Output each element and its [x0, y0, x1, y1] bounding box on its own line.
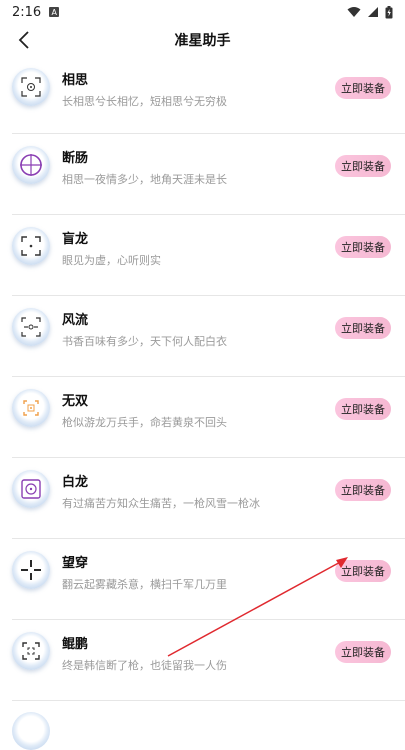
crosshair-square-purple-icon	[12, 470, 50, 508]
item-description: 终是韩信断了枪，也徒留我一人伤	[62, 659, 227, 672]
item-name: 风流	[62, 313, 89, 328]
page-title: 准星助手	[174, 33, 231, 49]
crosshair-dotted-icon	[12, 68, 50, 106]
crosshair-bracket-icon	[12, 308, 50, 346]
status-bar: 2:16 A	[0, 0, 405, 24]
list-item: 无双 枪似游龙万兵手，命若黄泉不回头 立即装备	[12, 377, 405, 458]
list-item: 风流 书香百味有多少，天下何人配白衣 立即装备	[12, 296, 405, 377]
equip-button[interactable]: 立即装备	[335, 398, 391, 420]
equip-button[interactable]: 立即装备	[335, 317, 391, 339]
status-right	[347, 5, 393, 19]
crosshair-purple-circle-icon	[12, 146, 50, 184]
item-description: 枪似游龙万兵手，命若黄泉不回头	[62, 416, 227, 429]
item-name: 断肠	[62, 151, 89, 166]
crosshair-corners-icon	[12, 227, 50, 265]
item-name: 鲲鹏	[62, 637, 89, 652]
back-button[interactable]	[12, 28, 36, 52]
list-item: 望穿 翻云起雾藏杀意，横扫千军几万里 立即装备	[12, 539, 405, 620]
equip-button[interactable]: 立即装备	[335, 236, 391, 258]
equip-button[interactable]: 立即装备	[335, 641, 391, 663]
equip-button[interactable]: 立即装备	[335, 479, 391, 501]
partial-crosshair-icon	[12, 712, 50, 750]
list-item: 相思 长相思兮长相忆，短相思兮无穷极 立即装备	[12, 56, 405, 134]
list-item: 断肠 相思一夜情多少，地角天涯未是长 立即装备	[12, 134, 405, 215]
item-description: 长相思兮长相忆，短相思兮无穷极	[62, 95, 227, 108]
item-name: 无双	[62, 394, 89, 409]
list-item: 鲲鹏 终是韩信断了枪，也徒留我一人伤 立即装备	[12, 620, 405, 701]
chevron-left-icon	[18, 31, 29, 49]
list-item: 盲龙 眼见为虚，心听则实 立即装备	[12, 215, 405, 296]
list-item: 白龙 有过痛苦方知众生痛苦，一枪风雪一枪冰 立即装备	[12, 458, 405, 539]
item-description: 书香百味有多少，天下何人配白衣	[62, 335, 227, 348]
crosshair-list: 相思 长相思兮长相忆，短相思兮无穷极 立即装备 断肠 相思一夜情多少，地角天涯未…	[0, 56, 405, 701]
status-time: 2:16	[12, 4, 42, 20]
item-name: 相思	[62, 73, 89, 88]
crosshair-frame-icon	[12, 632, 50, 670]
signal-icon	[368, 7, 378, 17]
status-left: 2:16 A	[12, 4, 60, 20]
item-description: 相思一夜情多少，地角天涯未是长	[62, 173, 227, 186]
crosshair-orange-icon	[12, 389, 50, 427]
a-notification-icon: A	[49, 7, 60, 17]
item-name: 盲龙	[62, 232, 89, 247]
equip-button[interactable]: 立即装备	[335, 77, 391, 99]
item-description: 有过痛苦方知众生痛苦，一枪风雪一枪冰	[62, 497, 260, 510]
header: 准星助手	[0, 24, 405, 56]
item-name: 望穿	[62, 556, 89, 571]
item-name: 白龙	[62, 475, 89, 490]
item-description: 翻云起雾藏杀意，横扫千军几万里	[62, 578, 227, 591]
equip-button[interactable]: 立即装备	[335, 155, 391, 177]
crosshair-cross-icon	[12, 551, 50, 589]
wifi-icon	[347, 7, 361, 17]
item-description: 眼见为虚，心听则实	[62, 254, 161, 267]
battery-icon	[385, 5, 393, 18]
equip-button[interactable]: 立即装备	[335, 560, 391, 582]
